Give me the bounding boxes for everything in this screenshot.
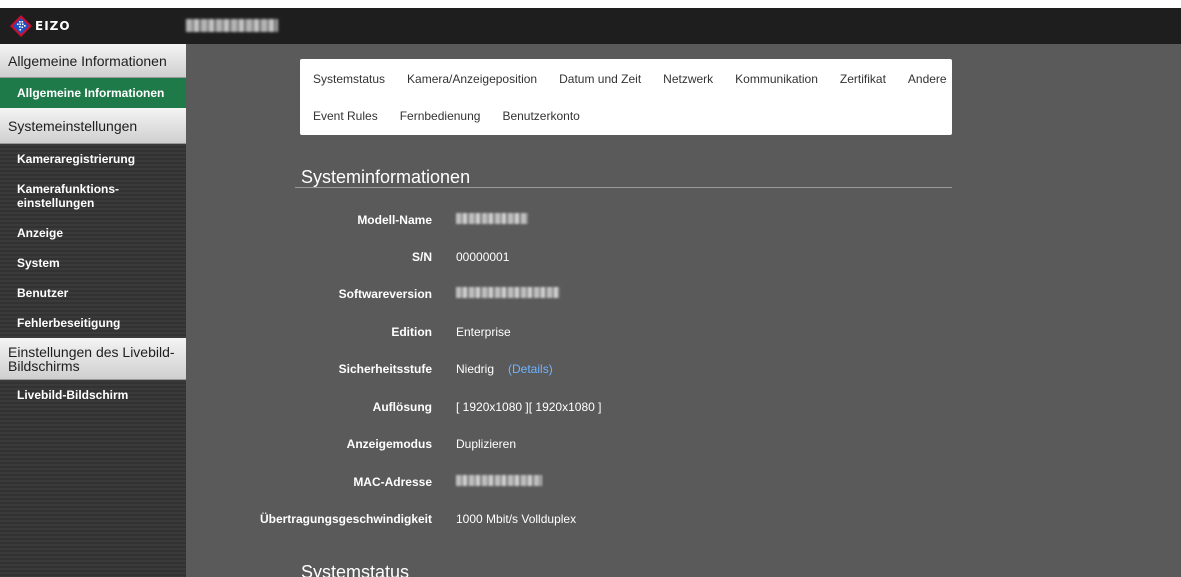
sidebar-item-label: Fehlerbeseitigung xyxy=(17,316,121,330)
sidebar-item-camera-function-settings[interactable]: Kamerafunktions- einstellungen xyxy=(0,174,186,218)
sidebar-item-label: Livebild-Bildschirm xyxy=(17,388,129,402)
info-value-obscured xyxy=(456,475,542,489)
tab-certificate[interactable]: Zertifikat xyxy=(840,72,886,86)
sidebar-section-label: Einstellungen des Livebild- Bildschirms xyxy=(8,343,175,374)
app-window: EIZO Allgemeine Informationen Allgemeine… xyxy=(0,8,1181,577)
info-value: 00000001 xyxy=(456,250,510,264)
sidebar-item-general-info[interactable]: Allgemeine Informationen xyxy=(0,78,186,108)
details-link[interactable]: (Details) xyxy=(508,362,553,376)
sidebar-item-camera-registration[interactable]: Kameraregistrierung xyxy=(0,144,186,174)
info-label: Modell-Name xyxy=(357,213,432,227)
tab-remote-control[interactable]: Fernbedienung xyxy=(400,109,481,123)
sidebar-section-label: Allgemeine Informationen xyxy=(8,52,167,69)
info-value: Niedrig (Details) xyxy=(456,362,553,376)
tab-systemstatus[interactable]: Systemstatus xyxy=(313,72,385,86)
sidebar-item-label: Benutzer xyxy=(17,286,69,300)
sidebar-item-live-view[interactable]: Livebild-Bildschirm xyxy=(0,380,186,410)
eizo-logo[interactable]: EIZO xyxy=(9,12,71,40)
section-divider xyxy=(295,187,952,188)
sidebar-section-live-view-settings[interactable]: Einstellungen des Livebild- Bildschirms xyxy=(0,338,186,380)
brand-name: EIZO xyxy=(35,19,71,33)
section-title-system-info: Systeminformationen xyxy=(301,167,471,187)
sidebar-item-label: System xyxy=(17,256,60,270)
info-label: Sicherheitsstufe xyxy=(338,362,432,376)
sidebar-item-troubleshooting[interactable]: Fehlerbeseitigung xyxy=(0,308,186,338)
info-value: [ 1920x1080 ][ 1920x1080 ] xyxy=(456,400,602,414)
sidebar-section-label: Systemeinstellungen xyxy=(8,117,138,134)
sidebar-section-system-settings[interactable]: Systemeinstellungen xyxy=(0,108,186,144)
info-label: Softwareversion xyxy=(338,287,432,301)
section-title-system-status: Systemstatus xyxy=(301,562,410,577)
tab-communication[interactable]: Kommunikation xyxy=(735,72,818,86)
sidebar-item-users[interactable]: Benutzer xyxy=(0,278,186,308)
device-name-obscured xyxy=(186,19,278,32)
sidebar-item-label: Kameraregistrierung xyxy=(17,152,136,166)
info-value: Enterprise xyxy=(456,325,511,339)
tab-event-rules[interactable]: Event Rules xyxy=(313,109,378,123)
tab-network[interactable]: Netzwerk xyxy=(663,72,713,86)
info-value-obscured xyxy=(456,213,528,227)
info-label: MAC-Adresse xyxy=(353,475,432,489)
tab-camera-display-position[interactable]: Kamera/Anzeigeposition xyxy=(407,72,537,86)
sidebar-item-system[interactable]: System xyxy=(0,248,186,278)
settings-tabs: Systemstatus Kamera/Anzeigeposition Datu… xyxy=(300,59,952,135)
info-label: Anzeigemodus xyxy=(346,437,432,451)
info-value: Duplizieren xyxy=(456,437,517,451)
tab-row-2: Event Rules Fernbedienung Benutzerkonto xyxy=(313,109,602,123)
sidebar-item-label: Anzeige xyxy=(17,226,64,240)
sidebar: Allgemeine Informationen Allgemeine Info… xyxy=(0,44,186,577)
tab-row-1: Systemstatus Kamera/Anzeigeposition Datu… xyxy=(313,72,969,86)
info-label: Auflösung xyxy=(372,400,432,414)
tab-date-time[interactable]: Datum und Zeit xyxy=(559,72,641,86)
diamond-logo-icon xyxy=(10,15,32,37)
sidebar-item-label: Allgemeine Informationen xyxy=(17,86,165,100)
info-label: Edition xyxy=(391,325,432,339)
info-label: Übertragungsgeschwindigkeit xyxy=(259,512,432,526)
info-value-obscured xyxy=(456,287,560,301)
info-label: S/N xyxy=(411,250,432,264)
info-value: 1000 Mbit/s Vollduplex xyxy=(456,512,577,526)
sidebar-item-label: Kamerafunktions- einstellungen xyxy=(17,182,120,210)
top-bar: EIZO xyxy=(0,8,1181,44)
main-content: Systemstatus Kamera/Anzeigeposition Datu… xyxy=(186,44,1181,577)
security-level-value: Niedrig xyxy=(456,362,495,376)
sidebar-item-display[interactable]: Anzeige xyxy=(0,218,186,248)
tab-other[interactable]: Andere xyxy=(908,72,947,86)
sidebar-section-general-info[interactable]: Allgemeine Informationen xyxy=(0,44,186,78)
tab-user-account[interactable]: Benutzerkonto xyxy=(502,109,579,123)
